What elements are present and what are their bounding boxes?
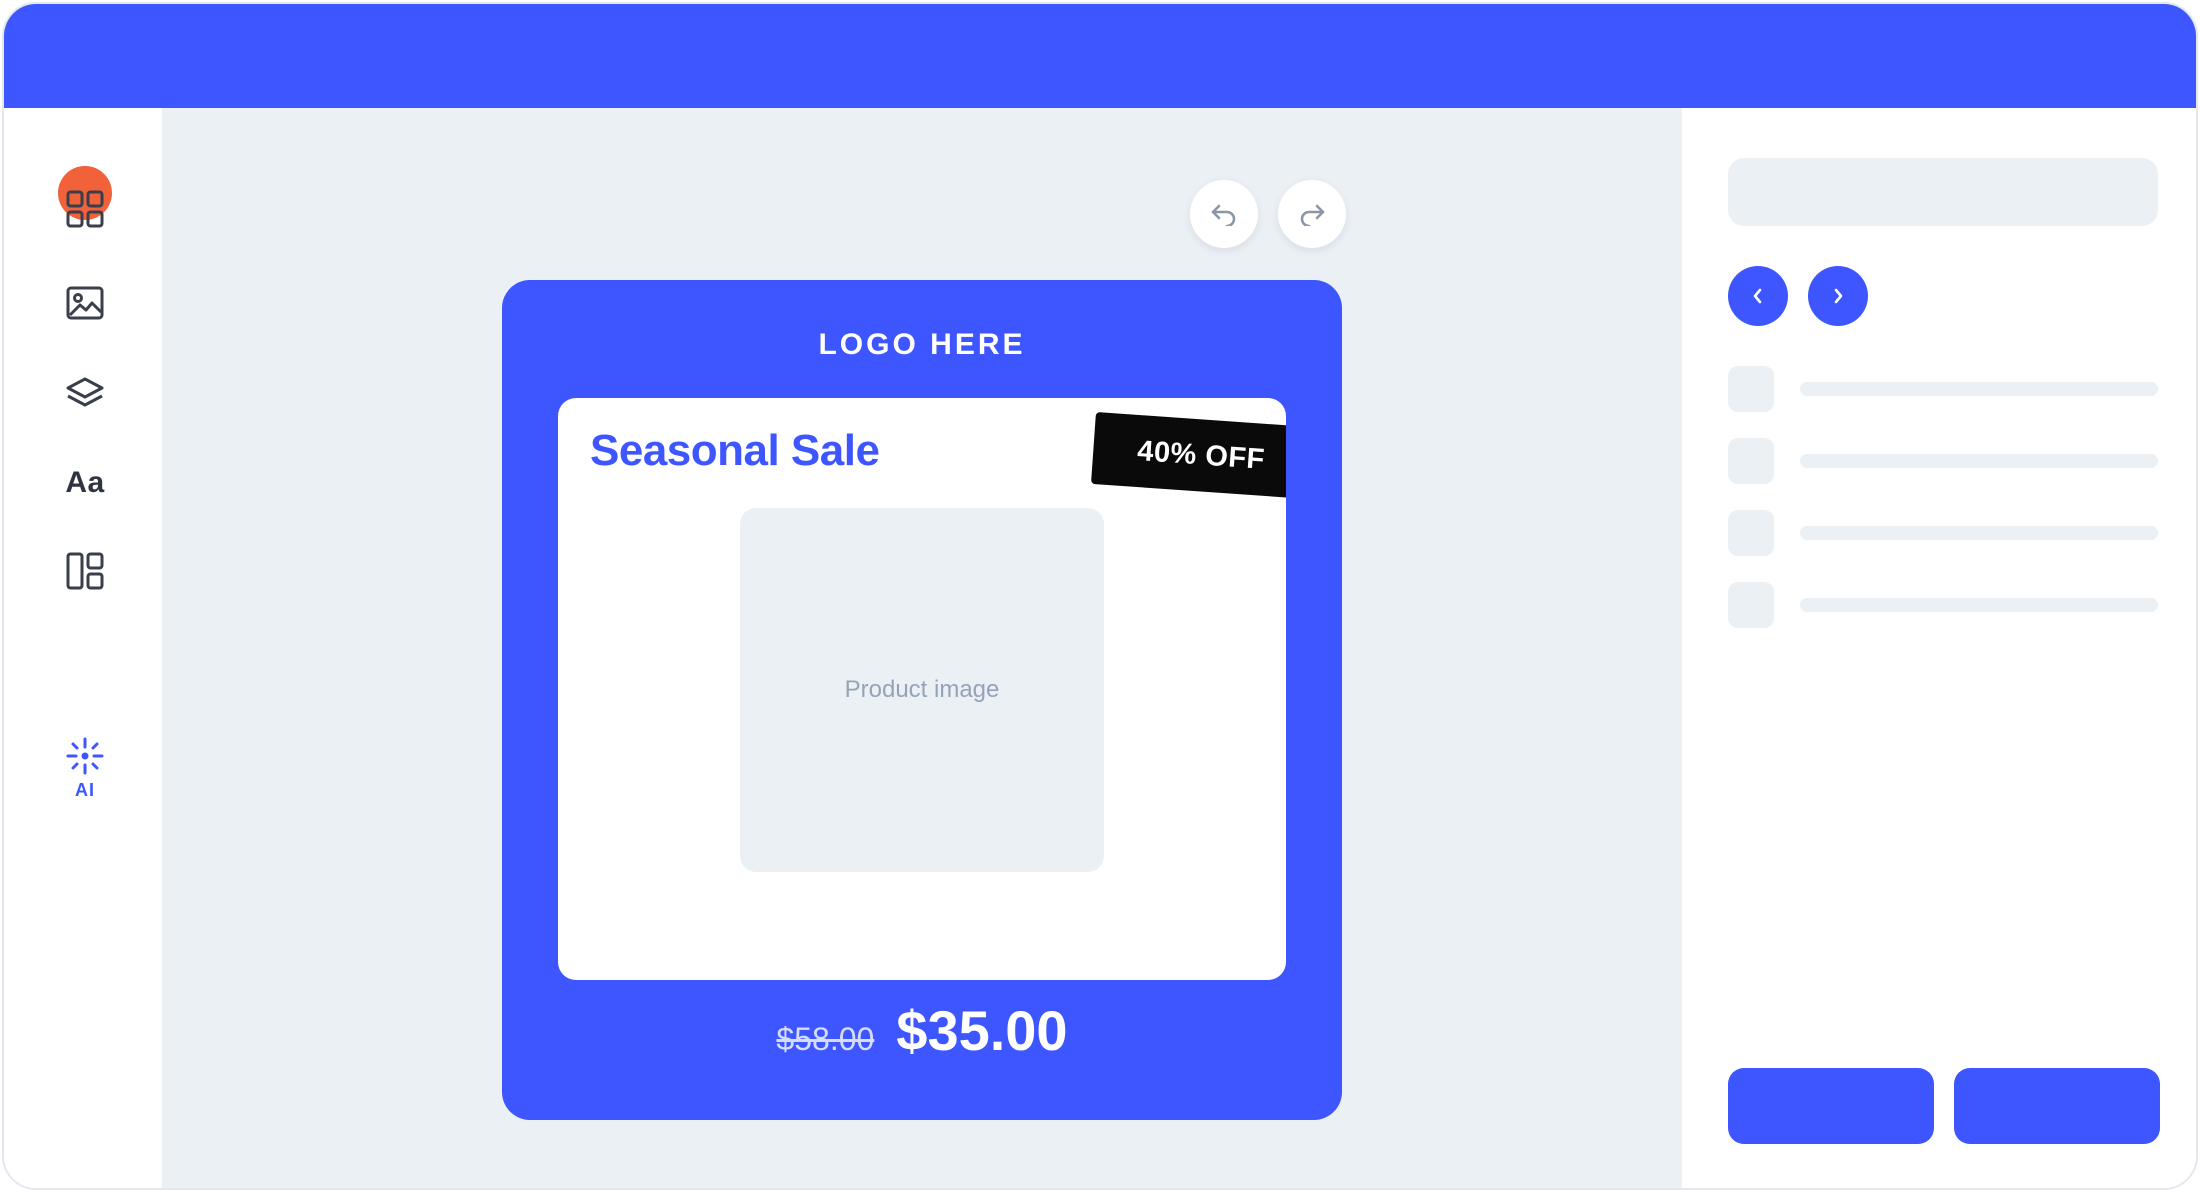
- list-item-line: [1800, 598, 2158, 612]
- list-item-line: [1800, 382, 2158, 396]
- design-card[interactable]: LOGO HERE Seasonal Sale 40% OFF Product …: [502, 280, 1342, 1120]
- product-image-placeholder[interactable]: Product image: [740, 508, 1104, 872]
- sidebar-item-layouts[interactable]: [56, 542, 114, 600]
- discount-badge[interactable]: 40% OFF: [1090, 412, 1286, 499]
- sidebar: Aa AI: [4, 108, 162, 1188]
- list-item-checkbox[interactable]: [1728, 582, 1774, 628]
- undo-button[interactable]: [1190, 180, 1258, 248]
- prev-button[interactable]: [1728, 266, 1788, 326]
- list-item-checkbox[interactable]: [1728, 510, 1774, 556]
- next-button[interactable]: [1808, 266, 1868, 326]
- card-inner-panel[interactable]: Seasonal Sale 40% OFF Product image: [558, 398, 1286, 980]
- sidebar-item-images[interactable]: [56, 274, 114, 332]
- list-item[interactable]: [1728, 438, 2158, 484]
- list-item-checkbox[interactable]: [1728, 438, 1774, 484]
- sidebar-item-templates[interactable]: [56, 180, 114, 238]
- redo-icon: [1300, 204, 1325, 226]
- list-item[interactable]: [1728, 510, 2158, 556]
- redo-button[interactable]: [1278, 180, 1346, 248]
- chevron-left-icon: [1753, 288, 1762, 304]
- sidebar-item-layers[interactable]: [56, 364, 114, 422]
- text-icon: Aa: [65, 466, 105, 499]
- logo-placeholder[interactable]: LOGO HERE: [502, 328, 1342, 362]
- new-price[interactable]: $35.00: [896, 998, 1067, 1063]
- primary-action-button[interactable]: [1728, 1068, 1934, 1144]
- product-image-label: Product image: [844, 676, 1000, 703]
- old-price[interactable]: $58.00: [776, 1021, 874, 1058]
- search-input[interactable]: [1728, 158, 2158, 226]
- list-item-line: [1800, 454, 2158, 468]
- list-item-line: [1800, 526, 2158, 540]
- sale-title[interactable]: Seasonal Sale: [590, 426, 880, 476]
- secondary-action-button[interactable]: [1954, 1068, 2160, 1144]
- layout-icon: [66, 552, 104, 590]
- discount-badge-label: 40% OFF: [1136, 434, 1266, 476]
- grid-icon: [66, 190, 104, 228]
- properties-panel: [1682, 108, 2196, 1188]
- sidebar-item-ai-label: AI: [75, 780, 95, 800]
- app-window: Aa AI LOGO HERE Seasonal Sale 40% OFF Pr…: [2, 2, 2198, 1190]
- chevron-right-icon: [1834, 288, 1843, 304]
- price-row: $58.00 $35.00: [502, 998, 1342, 1063]
- sidebar-item-text[interactable]: Aa: [56, 454, 114, 512]
- list-item[interactable]: [1728, 582, 2158, 628]
- sidebar-item-ai[interactable]: AI: [56, 736, 114, 808]
- top-bar: [4, 4, 2196, 108]
- undo-icon: [1211, 204, 1236, 226]
- sparkle-icon: [66, 737, 104, 775]
- canvas-area: LOGO HERE Seasonal Sale 40% OFF Product …: [162, 108, 1682, 1188]
- layers-icon: [66, 377, 104, 407]
- list-item-checkbox[interactable]: [1728, 366, 1774, 412]
- image-icon: [66, 286, 104, 320]
- list-item[interactable]: [1728, 366, 2158, 412]
